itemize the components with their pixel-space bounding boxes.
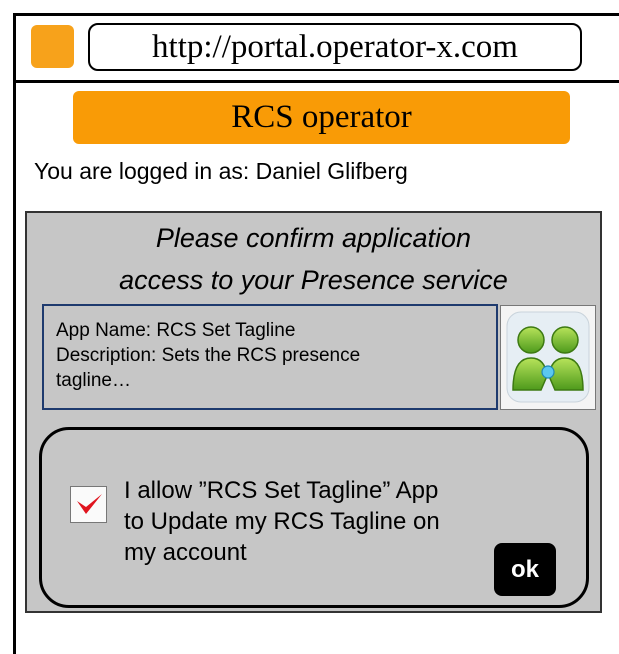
browser-frame-left [13,13,16,654]
permission-box: I allow ”RCS Set Tagline” App to Update … [39,427,589,608]
consent-title: Please confirm application access to you… [27,217,600,301]
operator-logo-icon [31,25,74,68]
address-bar-separator [13,80,619,83]
operator-banner: RCS operator [73,91,570,144]
address-bar[interactable]: http://portal.operator-x.com [88,23,582,71]
app-info-box: App Name: RCS Set Tagline Description: S… [42,304,498,410]
app-name: App Name: RCS Set Tagline [56,320,296,341]
ok-button-label: ok [510,555,539,583]
url-text: http://portal.operator-x.com [152,28,518,65]
consent-title-line-2: access to your Presence service [119,265,508,295]
permission-text-line-2: to Update my RCS Tagline on [124,508,440,535]
logged-in-label: You are logged in as: Daniel Glifberg [34,158,408,184]
permission-checkbox[interactable] [70,486,107,523]
ok-button[interactable]: ok [494,543,556,596]
permission-text-line-1: I allow ”RCS Set Tagline” App [124,477,439,504]
permission-text: I allow ”RCS Set Tagline” App to Update … [124,475,524,568]
browser-frame-top [13,13,619,16]
app-description-line-2: tagline… [56,370,131,391]
presence-people-icon [500,305,596,410]
permission-text-line-3: my account [124,539,247,566]
checkmark-icon [77,494,102,514]
consent-panel: Please confirm application access to you… [25,211,602,613]
consent-title-line-1: Please confirm application [155,223,472,253]
app-description-line-1: Description: Sets the RCS presence [56,345,361,366]
operator-name: RCS operator [231,99,412,135]
